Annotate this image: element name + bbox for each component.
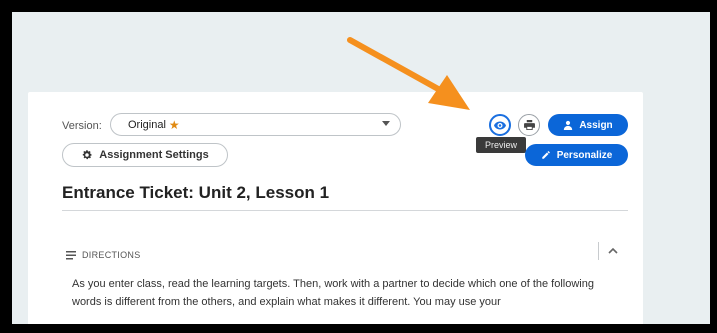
version-label: Version: — [62, 120, 102, 132]
print-button[interactable] — [518, 114, 540, 136]
personalize-label: Personalize — [556, 149, 613, 161]
page-title: Entrance Ticket: Unit 2, Lesson 1 — [62, 183, 330, 202]
eye-icon — [494, 121, 506, 129]
preview-tooltip: Preview — [476, 137, 526, 153]
chevron-down-icon — [382, 121, 390, 126]
directions-header[interactable]: DIRECTIONS — [66, 250, 141, 260]
star-icon: ★ — [168, 117, 180, 132]
assignment-card: Version: Original ★ Assignment Settings … — [28, 92, 643, 324]
assign-label: Assign — [579, 119, 613, 131]
personalize-button[interactable]: Personalize — [525, 144, 628, 166]
assignment-settings-label: Assignment Settings — [99, 149, 209, 161]
pencil-icon — [541, 151, 550, 159]
list-icon — [66, 250, 76, 259]
title-divider — [62, 210, 628, 211]
collapse-divider — [598, 242, 599, 260]
assign-button[interactable]: Assign — [548, 114, 628, 136]
directions-heading: DIRECTIONS — [82, 250, 141, 260]
assignment-settings-button[interactable]: Assignment Settings — [62, 143, 228, 167]
screenshot-frame: Version: Original ★ Assignment Settings … — [12, 12, 710, 324]
user-icon — [564, 120, 573, 130]
gear-icon — [83, 150, 92, 160]
printer-icon — [523, 120, 535, 130]
version-selected-value: Original — [128, 118, 166, 131]
version-select[interactable]: Original ★ — [110, 113, 401, 136]
preview-button[interactable] — [489, 114, 511, 136]
chevron-up-icon[interactable] — [606, 244, 620, 258]
directions-text: As you enter class, read the learning ta… — [72, 278, 594, 308]
